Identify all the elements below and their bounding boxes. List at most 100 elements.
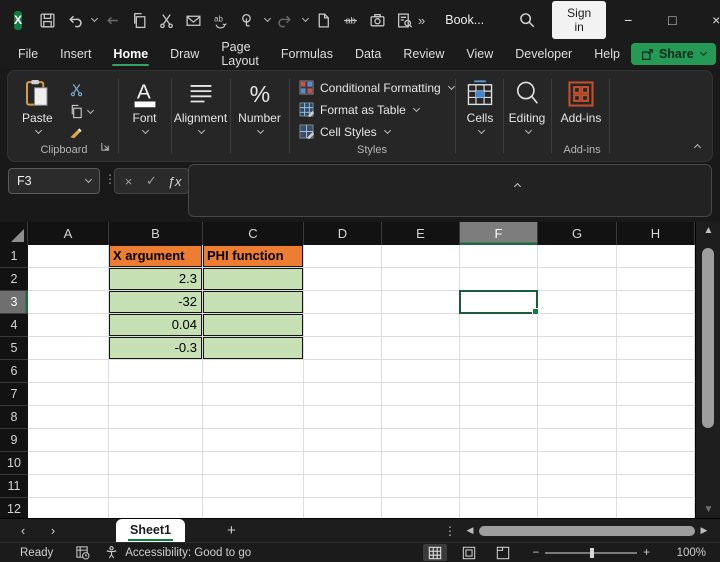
column-header-B[interactable]: B bbox=[109, 222, 203, 245]
column-header-D[interactable]: D bbox=[304, 222, 382, 245]
cell-B2[interactable]: 2.3 bbox=[109, 268, 203, 291]
cell-C12[interactable] bbox=[203, 498, 304, 518]
cell-B12[interactable] bbox=[109, 498, 203, 518]
cell-F4[interactable] bbox=[460, 314, 538, 337]
cell-E5[interactable] bbox=[382, 337, 460, 360]
cell-E2[interactable] bbox=[382, 268, 460, 291]
camera-icon[interactable] bbox=[366, 9, 389, 32]
undo-dropdown-icon[interactable] bbox=[90, 14, 99, 23]
cell-E11[interactable] bbox=[382, 475, 460, 498]
cell-G5[interactable] bbox=[538, 337, 617, 360]
cell-A7[interactable] bbox=[28, 383, 109, 406]
more-commands-icon[interactable]: » bbox=[418, 13, 425, 28]
cell-F6[interactable] bbox=[460, 360, 538, 383]
row-header-3[interactable]: 3 bbox=[0, 291, 28, 314]
cell-C7[interactable] bbox=[203, 383, 304, 406]
cell-G7[interactable] bbox=[538, 383, 617, 406]
cell-A5[interactable] bbox=[28, 337, 109, 360]
column-header-E[interactable]: E bbox=[382, 222, 460, 245]
insert-function-icon[interactable]: ƒx bbox=[163, 174, 186, 189]
cell-A9[interactable] bbox=[28, 429, 109, 452]
cell-H4[interactable] bbox=[617, 314, 695, 337]
cell-B3[interactable]: -32 bbox=[109, 291, 203, 314]
cell-H12[interactable] bbox=[617, 498, 695, 518]
tab-home[interactable]: Home bbox=[103, 42, 158, 66]
column-header-C[interactable]: C bbox=[203, 222, 304, 245]
cell-F8[interactable] bbox=[460, 406, 538, 429]
add-sheet-icon[interactable]: + bbox=[227, 522, 236, 539]
row-header-11[interactable]: 11 bbox=[0, 475, 28, 498]
cell-H11[interactable] bbox=[617, 475, 695, 498]
cell-C1[interactable]: PHI function bbox=[203, 245, 304, 268]
expand-formula-bar-icon[interactable] bbox=[513, 176, 522, 194]
row-header-2[interactable]: 2 bbox=[0, 268, 28, 291]
cell-H5[interactable] bbox=[617, 337, 695, 360]
zoom-level[interactable]: 100% bbox=[670, 547, 706, 559]
column-header-H[interactable]: H bbox=[617, 222, 695, 245]
cell-E3[interactable] bbox=[382, 291, 460, 314]
tab-help[interactable]: Help bbox=[584, 42, 630, 66]
cell-D4[interactable] bbox=[304, 314, 382, 337]
cell-C2[interactable] bbox=[203, 268, 304, 291]
name-box[interactable]: F3 bbox=[8, 168, 100, 194]
sheet-tab-sheet1[interactable]: Sheet1 bbox=[116, 518, 185, 543]
confirm-entry-icon[interactable]: ✓ bbox=[140, 173, 163, 189]
email-icon[interactable] bbox=[182, 9, 205, 32]
cell-G3[interactable] bbox=[538, 291, 617, 314]
cell-D10[interactable] bbox=[304, 452, 382, 475]
cell-G6[interactable] bbox=[538, 360, 617, 383]
zoom-out-icon[interactable]: − bbox=[533, 547, 540, 559]
copy-small-icon[interactable] bbox=[66, 103, 86, 120]
cut-small-icon[interactable] bbox=[66, 81, 86, 98]
row-header-9[interactable]: 9 bbox=[0, 429, 28, 452]
cell-H8[interactable] bbox=[617, 406, 695, 429]
cell-D7[interactable] bbox=[304, 383, 382, 406]
cell-C8[interactable] bbox=[203, 406, 304, 429]
maximize-button[interactable]: □ bbox=[650, 0, 694, 40]
zoom-in-icon[interactable]: + bbox=[643, 547, 650, 559]
row-header-12[interactable]: 12 bbox=[0, 498, 28, 518]
cell-H9[interactable] bbox=[617, 429, 695, 452]
vertical-scroll-thumb[interactable] bbox=[702, 248, 714, 428]
cell-B8[interactable] bbox=[109, 406, 203, 429]
cell-G8[interactable] bbox=[538, 406, 617, 429]
cell-A12[interactable] bbox=[28, 498, 109, 518]
horizontal-scroll-thumb[interactable] bbox=[479, 525, 695, 536]
horizontal-scrollbar[interactable]: ◀ ▶ bbox=[464, 525, 714, 536]
save-icon[interactable] bbox=[36, 9, 59, 32]
copy-icon[interactable] bbox=[128, 9, 151, 32]
cell-H10[interactable] bbox=[617, 452, 695, 475]
row-header-4[interactable]: 4 bbox=[0, 314, 28, 337]
touch-mode-icon[interactable] bbox=[236, 9, 259, 32]
cell-D12[interactable] bbox=[304, 498, 382, 518]
next-sheet-icon[interactable]: › bbox=[38, 523, 68, 538]
cell-E1[interactable] bbox=[382, 245, 460, 268]
tab-file[interactable]: File bbox=[8, 42, 48, 66]
tab-insert[interactable]: Insert bbox=[50, 42, 101, 66]
cell-F5[interactable] bbox=[460, 337, 538, 360]
cell-B5[interactable]: -0.3 bbox=[109, 337, 203, 360]
cell-E4[interactable] bbox=[382, 314, 460, 337]
alignment-button[interactable]: Alignment bbox=[171, 79, 230, 135]
cell-H1[interactable] bbox=[617, 245, 695, 268]
cell-C5[interactable] bbox=[203, 337, 304, 360]
cell-E9[interactable] bbox=[382, 429, 460, 452]
tab-developer[interactable]: Developer bbox=[505, 42, 582, 66]
select-all-corner[interactable] bbox=[0, 222, 28, 245]
cell-D2[interactable] bbox=[304, 268, 382, 291]
share-button[interactable]: Share bbox=[630, 43, 716, 65]
scroll-up-icon[interactable]: ▲ bbox=[696, 225, 720, 236]
cell-E10[interactable] bbox=[382, 452, 460, 475]
cell-H2[interactable] bbox=[617, 268, 695, 291]
print-preview-icon[interactable] bbox=[393, 9, 416, 32]
tab-formulas[interactable]: Formulas bbox=[271, 42, 343, 66]
cell-G1[interactable] bbox=[538, 245, 617, 268]
conditional-formatting-button[interactable]: Conditional Formatting bbox=[299, 80, 455, 95]
tab-data[interactable]: Data bbox=[345, 42, 391, 66]
cell-F12[interactable] bbox=[460, 498, 538, 518]
cell-B1[interactable]: X argument bbox=[109, 245, 203, 268]
cell-A1[interactable] bbox=[28, 245, 109, 268]
format-as-table-button[interactable]: Format as Table bbox=[299, 102, 454, 117]
page-layout-view-icon[interactable] bbox=[457, 544, 481, 561]
cell-A4[interactable] bbox=[28, 314, 109, 337]
